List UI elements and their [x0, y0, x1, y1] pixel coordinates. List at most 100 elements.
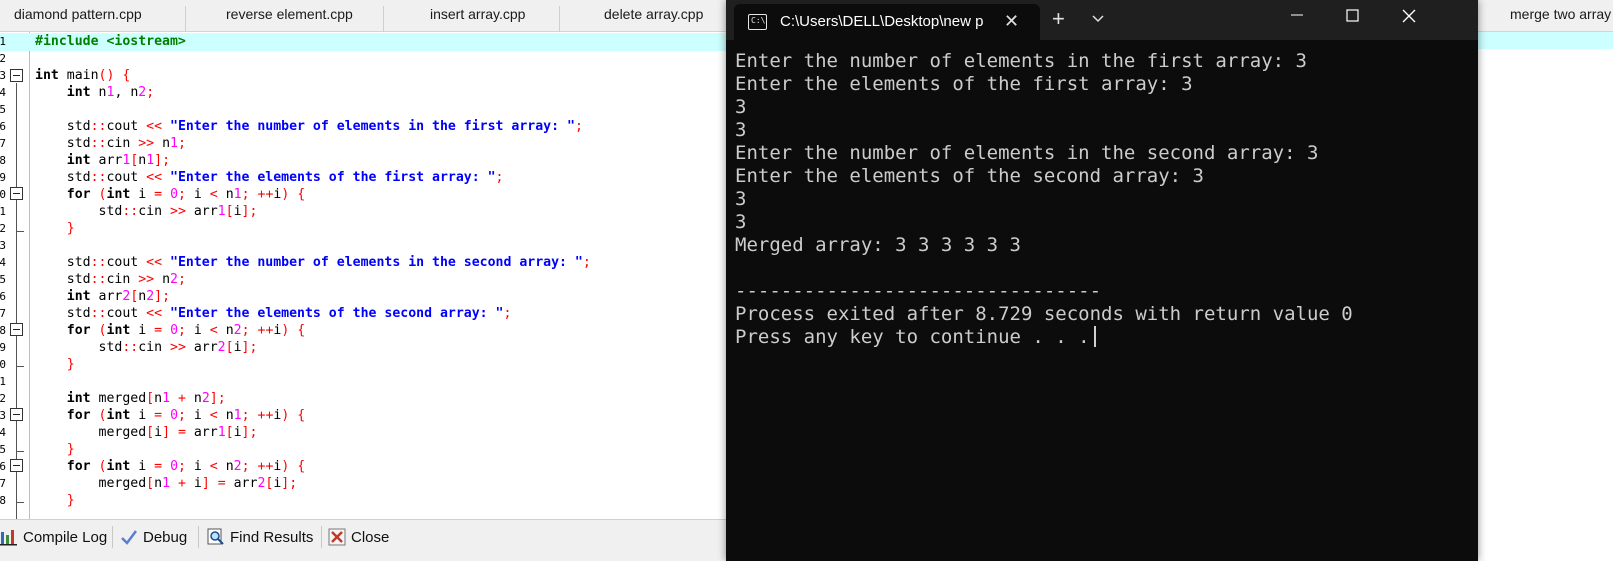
file-tab-insert-array[interactable]: insert array.cpp	[384, 6, 560, 32]
terminal-icon: C:\	[748, 14, 767, 30]
file-tab-reverse-element[interactable]: reverse element.cpp	[186, 6, 384, 32]
file-tab-label: delete array.cpp	[604, 6, 704, 22]
new-tab-button[interactable]: +	[1052, 6, 1065, 32]
line-number: 7	[0, 477, 6, 490]
file-tab-diamond-pattern[interactable]: diamond pattern.cpp	[0, 6, 186, 32]
code-text: }	[66, 221, 75, 236]
terminal-output[interactable]: Enter the number of elements in the firs…	[735, 50, 1470, 349]
minimize-button[interactable]	[1268, 0, 1326, 34]
terminal-line: Press any key to continue . . .	[735, 326, 1470, 349]
code-line: 8 for (int i = 0; i < n2; ++i) {	[0, 322, 730, 340]
fold-toggle-for-1[interactable]	[10, 187, 23, 200]
terminal-line: Enter the number of elements in the firs…	[735, 50, 1307, 72]
terminal-line: 3	[735, 119, 747, 141]
file-tab-merge-two-array[interactable]: merge two array	[1510, 6, 1611, 22]
code-line: 5 std::cin >> n2;	[0, 271, 730, 289]
line-number: 4	[0, 256, 6, 269]
fold-toggle-for-3[interactable]	[10, 408, 23, 421]
code-text: int arr2[n2];	[66, 289, 171, 304]
code-line: 1	[0, 373, 730, 391]
code-line: 7 std::cout << "Enter the elements of th…	[0, 305, 730, 323]
line-number: 5	[0, 443, 6, 456]
terminal-tab[interactable]: C:\ C:\Users\DELL\Desktop\new p ✕	[734, 4, 1040, 40]
line-number: 5	[0, 273, 6, 286]
bottom-panel-tabs: Compile Log Debug Find Results Close	[0, 519, 730, 561]
line-number: 3	[0, 409, 6, 422]
code-line: 0 for (int i = 0; i < n1; ++i) {	[0, 186, 730, 204]
code-text: for (int i = 0; i < n2; ++i) {	[66, 459, 306, 474]
code-text: #include <iostream>	[35, 34, 186, 49]
line-number: 6	[0, 290, 6, 303]
fold-toggle-for-2[interactable]	[10, 323, 23, 336]
terminal-line: Enter the number of elements in the seco…	[735, 142, 1319, 164]
line-number: 4	[0, 426, 6, 439]
line-number: 4	[0, 86, 6, 99]
code-text: merged[n1 + i] = arr2[i];	[35, 476, 298, 491]
close-label: Close	[351, 528, 390, 546]
compile-log-label: Compile Log	[23, 528, 108, 546]
terminal-line: Process exited after 8.729 seconds with …	[735, 303, 1353, 325]
highlight-line-continuation	[1478, 32, 1613, 49]
line-number: 7	[0, 307, 6, 320]
code-text: std::cout << "Enter the elements of the …	[35, 306, 512, 321]
line-number: 6	[0, 120, 6, 133]
close-panel-tab[interactable]: Close	[328, 524, 389, 550]
terminal-window[interactable]: C:\ C:\Users\DELL\Desktop\new p ✕ + Ente…	[726, 0, 1478, 561]
code-line: 3 int main() {	[0, 67, 730, 85]
line-number: 1	[0, 375, 6, 388]
code-line: 6 int arr2[n2];	[0, 288, 730, 306]
debug-tab[interactable]: Debug	[120, 524, 187, 550]
code-line: 0 }	[0, 356, 730, 374]
file-tab-delete-array[interactable]: delete array.cpp	[560, 6, 730, 32]
line-number: 0	[0, 188, 6, 201]
code-line: 3 for (int i = 0; i < n1; ++i) {	[0, 407, 730, 425]
file-tab-label: diamond pattern.cpp	[14, 6, 142, 22]
line-number: 8	[0, 324, 6, 337]
terminal-line: Merged array: 3 3 3 3 3 3	[735, 234, 1021, 256]
code-text: std::cout << "Enter the number of elemen…	[35, 119, 583, 134]
fold-toggle-main[interactable]	[10, 69, 23, 82]
tab-separator	[198, 526, 199, 548]
line-number: 2	[0, 52, 6, 65]
check-icon	[120, 528, 138, 546]
code-text: }	[66, 442, 75, 457]
code-line: 3	[0, 237, 730, 255]
chevron-down-icon[interactable]	[1090, 10, 1106, 26]
fold-end-marker	[16, 451, 24, 452]
terminal-titlebar[interactable]: C:\ C:\Users\DELL\Desktop\new p ✕ +	[726, 0, 1478, 40]
code-editor[interactable]: 1 #include <iostream> 2 3 int main() {4 int …	[0, 32, 730, 529]
code-line: 6 for (int i = 0; i < n2; ++i) {	[0, 458, 730, 476]
magnifier-icon	[207, 528, 225, 546]
line-number: 2	[0, 392, 6, 405]
code-line: 9 std::cout << "Enter the elements of th…	[0, 169, 730, 187]
code-line: 8 }	[0, 492, 730, 510]
close-tab-icon[interactable]: ✕	[1004, 11, 1019, 32]
code-text: int n1, n2;	[66, 85, 155, 100]
tab-separator	[321, 526, 322, 548]
code-line: 5	[0, 101, 730, 119]
code-text: std::cin >> arr2[i];	[35, 340, 258, 355]
code-line: 4 int n1, n2;	[0, 84, 730, 102]
terminal-line: 3	[735, 96, 747, 118]
code-line: 1 std::cin >> arr1[i];	[0, 203, 730, 221]
code-line: 2 int merged[n1 + n2];	[0, 390, 730, 408]
tab-separator	[112, 526, 113, 548]
find-results-tab[interactable]: Find Results	[207, 524, 313, 550]
compile-log-tab[interactable]: Compile Log	[0, 524, 107, 550]
terminal-tab-title: C:\Users\DELL\Desktop\new p	[780, 13, 984, 30]
line-number: 0	[0, 358, 6, 371]
terminal-line: 3	[735, 188, 747, 210]
maximize-button[interactable]	[1324, 0, 1382, 34]
text-cursor	[1093, 326, 1096, 347]
line-number: 1	[0, 35, 6, 48]
line-number: 2	[0, 222, 6, 235]
terminal-line: Enter the elements of the first array: 3	[735, 73, 1193, 95]
code-text: for (int i = 0; i < n1; ++i) {	[66, 187, 306, 202]
code-text: for (int i = 0; i < n1; ++i) {	[66, 408, 306, 423]
close-window-button[interactable]	[1380, 0, 1438, 34]
fold-toggle-for-4[interactable]	[10, 459, 23, 472]
code-line: 4 merged[i] = arr1[i];	[0, 424, 730, 442]
close-icon	[328, 528, 346, 546]
code-text: std::cin >> arr1[i];	[35, 204, 258, 219]
